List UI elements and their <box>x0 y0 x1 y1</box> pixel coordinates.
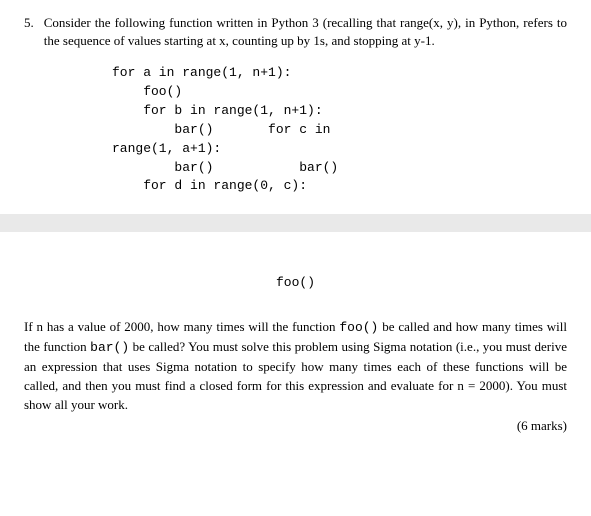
question-block: 5. Consider the following function writt… <box>24 14 567 50</box>
code-line: for a in range(1, n+1): <box>112 65 291 80</box>
code-line: foo() <box>112 84 182 99</box>
inline-code: foo() <box>339 320 378 335</box>
code-line: for d in range(0, c): <box>112 178 307 193</box>
code-block: for a in range(1, n+1): foo() for b in r… <box>112 64 567 196</box>
code-line: for b in range(1, n+1): <box>112 103 323 118</box>
code-line: bar() bar() <box>112 160 338 175</box>
inline-code: bar() <box>90 340 129 355</box>
marks-label: (6 marks) <box>0 417 591 435</box>
question-prompt: If n has a value of 2000, how many times… <box>0 318 591 414</box>
code-line: range(1, a+1): <box>112 141 221 156</box>
code-line: bar() for c in <box>112 122 330 137</box>
question-number: 5. <box>24 14 34 50</box>
question-intro: Consider the following function written … <box>44 14 567 50</box>
page-gap-band <box>0 214 591 232</box>
mid-code-line: foo() <box>0 274 591 292</box>
prompt-text: If n has a value of 2000, how many times… <box>24 319 339 334</box>
